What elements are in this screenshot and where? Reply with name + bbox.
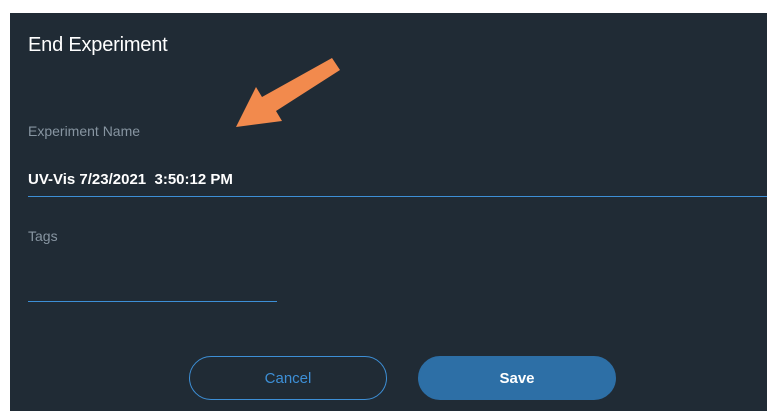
- experiment-name-input[interactable]: [28, 163, 767, 197]
- annotation-arrow-icon: [236, 58, 340, 127]
- tags-input[interactable]: [28, 268, 277, 302]
- cancel-button[interactable]: Cancel: [189, 356, 387, 400]
- dialog-title: End Experiment: [28, 34, 168, 56]
- end-experiment-dialog: End Experiment Experiment Name Tags Canc…: [10, 13, 767, 411]
- experiment-name-label: Experiment Name: [28, 123, 141, 139]
- save-button[interactable]: Save: [418, 356, 616, 400]
- tags-label: Tags: [28, 228, 58, 244]
